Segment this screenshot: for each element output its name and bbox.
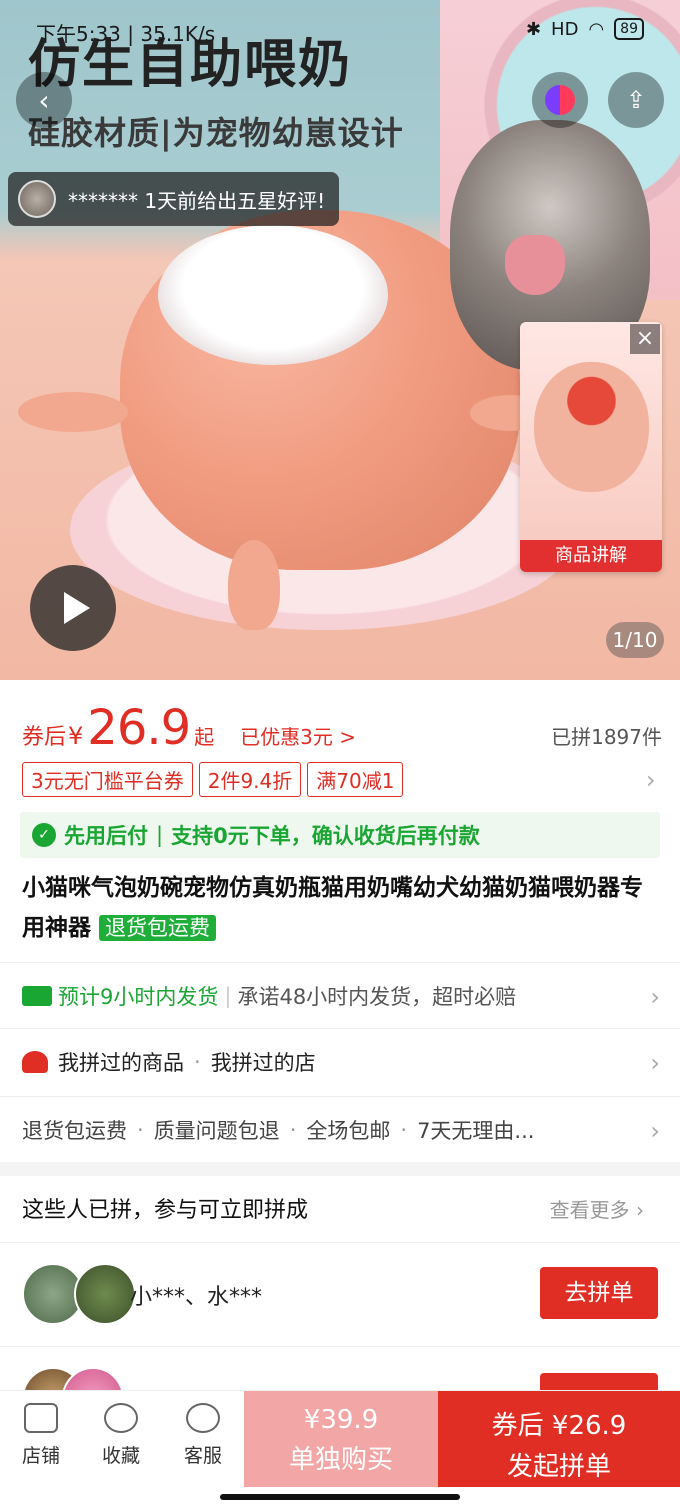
signal-icon: HD [551,18,579,40]
shipping-estimate-text: 预计9小时内发货 [58,984,219,1009]
back-button[interactable]: ‹ [16,72,72,128]
service-tab-label: 客服 [183,1445,222,1467]
gallery-page-indicator: 1/10 [606,622,664,658]
service-tab[interactable]: 客服 [168,1403,238,1468]
video-thumbnail [534,362,649,492]
solo-label: 单独购买 [288,1445,393,1475]
pay-later-banner[interactable]: ✓ 先用后付 | 支持0元下单，确认收货后再付款 [20,812,660,858]
separator-dot: · [289,1117,297,1142]
service-item: 退货包运费 [22,1118,127,1143]
buy-alone-button[interactable]: ¥39.9 单独购买 [244,1391,438,1487]
chevron-right-icon[interactable]: › [646,766,656,794]
status-icons: ✱ HD ◠ 89 [526,18,644,40]
join-group-button[interactable]: 去拼单 [540,1267,658,1319]
pay-later-icon: ✓ [32,823,56,847]
pay-later-text: 支持0元下单，确认收货后再付款 [171,824,480,848]
group-buy-heading: 这些人已拼，参与可立即拼成 [22,1198,309,1223]
play-icon [64,592,90,624]
explain-video[interactable]: × 商品讲解 [520,322,662,572]
battery-icon: 89 [614,18,644,40]
product-bowl-inner [158,225,388,365]
section-divider [0,1162,680,1176]
store-tab[interactable]: 店铺 [6,1403,76,1468]
coupon-tag[interactable]: 3元无门槛平台券 [22,762,193,797]
separator-dot: · [137,1117,144,1142]
shipping-row[interactable]: 预计9小时内发货 | 承诺48小时内发货，超时必赔 › [0,962,680,1028]
separator-dot: · [194,1049,201,1074]
history-goods[interactable]: 我拼过的商品 [58,1047,184,1077]
sold-count: 已拼1897件 [551,725,662,749]
shipping-estimate: 预计9小时内发货 [22,981,218,1011]
explain-video-label: 商品讲解 [520,540,662,572]
favorite-tab-label: 收藏 [101,1445,140,1467]
divider: | [224,983,232,1008]
coupon-tag[interactable]: 满70减1 [307,762,404,797]
bowl-nipple [228,540,280,630]
kitten-mouth [505,235,565,295]
chat-icon [186,1403,220,1433]
start-group-button[interactable]: 券后 ¥26.9 发起拼单 [438,1391,680,1487]
bowl-nipple [18,392,128,432]
coupon-list[interactable]: 3元无门槛平台券 2件9.4折 满70减1 [22,762,404,797]
close-icon[interactable]: × [630,324,660,354]
review-toast: ******* 1天前给出五星好评! [8,172,340,226]
price-suffix: 起 [194,725,215,749]
bluetooth-icon: ✱ [525,18,542,40]
chevron-right-icon: › [650,1117,660,1145]
group-members: 小***、水*** [130,1285,263,1310]
avatar [18,180,56,218]
view-more-text: 查看更多 [549,1198,630,1222]
pay-later-sep: | [156,823,164,847]
history-row[interactable]: 我拼过的商品 · 我拼过的店 › [0,1028,680,1094]
service-row[interactable]: 退货包运费 · 质量问题包退 · 全场包邮 · 7天无理由... › [0,1096,680,1162]
status-bar: 下午5:33 | 35.1K/s ✱ HD ◠ 89 [0,0,680,60]
price-currency: ¥ [68,722,84,750]
play-button[interactable] [30,565,116,651]
group-icon [22,1050,48,1073]
chevron-right-icon: › [650,983,660,1011]
price-row: 券后 ¥ 26.9 起 已优惠3元 > 已拼1897件 [22,700,662,760]
return-shipping-tag: 退货包运费 [99,915,217,941]
service-item: 质量问题包退 [153,1118,280,1143]
store-icon [24,1403,58,1433]
wifi-icon: ◠ [588,18,605,40]
price-prefix: 券后 [22,725,67,750]
review-toast-text: ******* 1天前给出五星好评! [68,188,326,213]
group-buy-row: 小***、水*** 去拼单 [0,1242,680,1346]
separator-dot: · [400,1117,408,1142]
solo-price: ¥39.9 [303,1405,379,1435]
hero-subline: 硅胶材质|为宠物幼崽设计 [28,114,404,152]
app-logo-button[interactable] [532,72,588,128]
coupon-tag[interactable]: 2件9.4折 [198,762,302,797]
status-time: 下午5:33 | 35.1K/s [36,22,216,46]
group-price: 券后 ¥26.9 [491,1411,627,1441]
discount-link[interactable]: 已优惠3元 > [240,721,356,750]
history-shops[interactable]: 我拼过的店 [211,1047,316,1077]
heart-icon [104,1403,138,1433]
app-logo-icon [545,85,575,115]
share-button[interactable]: ⇪ [608,72,664,128]
service-item: 7天无理由... [417,1118,535,1143]
avatar-group [22,1263,136,1327]
product-title: 小猫咪气泡奶碗宠物仿真奶瓶猫用奶嘴幼犬幼猫奶猫喂奶器专用神器 退货包运费 [22,868,662,948]
avatar [74,1263,136,1325]
price-amount: 26.9 [87,700,191,756]
group-label: 发起拼单 [506,1452,611,1482]
view-more-link[interactable]: 查看更多 › [550,1194,644,1223]
truck-icon [22,985,52,1006]
favorite-tab[interactable]: 收藏 [86,1403,156,1468]
product-gallery[interactable]: 仿生自助喂奶 硅胶材质|为宠物幼崽设计 下午5:33 | 35.1K/s ✱ H… [0,0,680,680]
chevron-left-icon: ‹ [38,83,50,117]
bottom-action-bar: 店铺 收藏 客服 ¥39.9 单独购买 券后 ¥26.9 发起拼单 [0,1390,680,1487]
shipping-promise: 承诺48小时内发货，超时必赔 [237,984,517,1009]
share-icon: ⇪ [625,86,647,114]
service-item: 全场包邮 [306,1118,391,1143]
pay-later-title: 先用后付 [64,824,148,848]
group-buy-header: 这些人已拼，参与可立即拼成 查看更多 › [22,1192,662,1224]
home-indicator[interactable] [220,1494,460,1500]
group-buy-row [0,1346,680,1396]
store-tab-label: 店铺 [21,1445,60,1467]
chevron-right-icon: › [650,1049,660,1077]
